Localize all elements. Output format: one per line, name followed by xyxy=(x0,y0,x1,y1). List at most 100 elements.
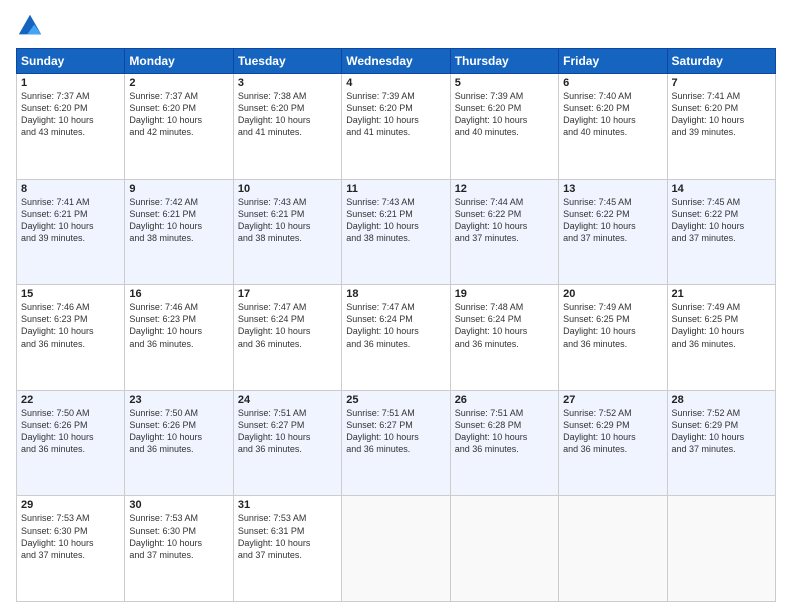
day-number: 20 xyxy=(563,288,662,300)
day-info: Sunrise: 7:39 AMSunset: 6:20 PMDaylight:… xyxy=(346,90,445,139)
day-info: Sunrise: 7:53 AMSunset: 6:30 PMDaylight:… xyxy=(129,512,228,561)
day-info: Sunrise: 7:41 AMSunset: 6:21 PMDaylight:… xyxy=(21,196,120,245)
calendar-cell xyxy=(667,496,775,602)
calendar-cell: 26Sunrise: 7:51 AMSunset: 6:28 PMDayligh… xyxy=(450,390,558,496)
day-info: Sunrise: 7:37 AMSunset: 6:20 PMDaylight:… xyxy=(21,90,120,139)
day-number: 21 xyxy=(672,288,771,300)
calendar-cell: 31Sunrise: 7:53 AMSunset: 6:31 PMDayligh… xyxy=(233,496,341,602)
calendar-cell: 7Sunrise: 7:41 AMSunset: 6:20 PMDaylight… xyxy=(667,74,775,180)
day-number: 7 xyxy=(672,77,771,89)
day-info: Sunrise: 7:47 AMSunset: 6:24 PMDaylight:… xyxy=(238,301,337,350)
day-info: Sunrise: 7:51 AMSunset: 6:27 PMDaylight:… xyxy=(238,407,337,456)
calendar-week-2: 8Sunrise: 7:41 AMSunset: 6:21 PMDaylight… xyxy=(17,179,776,285)
day-number: 12 xyxy=(455,183,554,195)
calendar-cell: 12Sunrise: 7:44 AMSunset: 6:22 PMDayligh… xyxy=(450,179,558,285)
calendar-cell: 22Sunrise: 7:50 AMSunset: 6:26 PMDayligh… xyxy=(17,390,125,496)
calendar-cell: 24Sunrise: 7:51 AMSunset: 6:27 PMDayligh… xyxy=(233,390,341,496)
day-info: Sunrise: 7:44 AMSunset: 6:22 PMDaylight:… xyxy=(455,196,554,245)
calendar-cell: 14Sunrise: 7:45 AMSunset: 6:22 PMDayligh… xyxy=(667,179,775,285)
calendar-cell: 11Sunrise: 7:43 AMSunset: 6:21 PMDayligh… xyxy=(342,179,450,285)
day-number: 16 xyxy=(129,288,228,300)
day-info: Sunrise: 7:46 AMSunset: 6:23 PMDaylight:… xyxy=(129,301,228,350)
day-info: Sunrise: 7:43 AMSunset: 6:21 PMDaylight:… xyxy=(238,196,337,245)
calendar-cell: 16Sunrise: 7:46 AMSunset: 6:23 PMDayligh… xyxy=(125,285,233,391)
day-number: 1 xyxy=(21,77,120,89)
calendar-cell xyxy=(342,496,450,602)
day-info: Sunrise: 7:38 AMSunset: 6:20 PMDaylight:… xyxy=(238,90,337,139)
day-info: Sunrise: 7:53 AMSunset: 6:30 PMDaylight:… xyxy=(21,512,120,561)
calendar-cell: 27Sunrise: 7:52 AMSunset: 6:29 PMDayligh… xyxy=(559,390,667,496)
day-number: 26 xyxy=(455,394,554,406)
calendar-cell: 19Sunrise: 7:48 AMSunset: 6:24 PMDayligh… xyxy=(450,285,558,391)
calendar-cell: 1Sunrise: 7:37 AMSunset: 6:20 PMDaylight… xyxy=(17,74,125,180)
calendar-header-row: SundayMondayTuesdayWednesdayThursdayFrid… xyxy=(17,49,776,74)
day-number: 13 xyxy=(563,183,662,195)
calendar-cell: 21Sunrise: 7:49 AMSunset: 6:25 PMDayligh… xyxy=(667,285,775,391)
calendar-cell: 5Sunrise: 7:39 AMSunset: 6:20 PMDaylight… xyxy=(450,74,558,180)
calendar-cell: 15Sunrise: 7:46 AMSunset: 6:23 PMDayligh… xyxy=(17,285,125,391)
day-number: 3 xyxy=(238,77,337,89)
day-number: 23 xyxy=(129,394,228,406)
calendar-header-friday: Friday xyxy=(559,49,667,74)
calendar-cell: 8Sunrise: 7:41 AMSunset: 6:21 PMDaylight… xyxy=(17,179,125,285)
calendar-cell: 13Sunrise: 7:45 AMSunset: 6:22 PMDayligh… xyxy=(559,179,667,285)
day-info: Sunrise: 7:49 AMSunset: 6:25 PMDaylight:… xyxy=(672,301,771,350)
calendar-cell: 25Sunrise: 7:51 AMSunset: 6:27 PMDayligh… xyxy=(342,390,450,496)
day-info: Sunrise: 7:43 AMSunset: 6:21 PMDaylight:… xyxy=(346,196,445,245)
day-info: Sunrise: 7:42 AMSunset: 6:21 PMDaylight:… xyxy=(129,196,228,245)
calendar-cell: 29Sunrise: 7:53 AMSunset: 6:30 PMDayligh… xyxy=(17,496,125,602)
header xyxy=(16,12,776,40)
calendar-week-1: 1Sunrise: 7:37 AMSunset: 6:20 PMDaylight… xyxy=(17,74,776,180)
calendar-week-4: 22Sunrise: 7:50 AMSunset: 6:26 PMDayligh… xyxy=(17,390,776,496)
day-number: 19 xyxy=(455,288,554,300)
day-info: Sunrise: 7:52 AMSunset: 6:29 PMDaylight:… xyxy=(563,407,662,456)
calendar-header-sunday: Sunday xyxy=(17,49,125,74)
day-number: 25 xyxy=(346,394,445,406)
calendar-cell: 9Sunrise: 7:42 AMSunset: 6:21 PMDaylight… xyxy=(125,179,233,285)
calendar-cell xyxy=(559,496,667,602)
calendar-cell: 2Sunrise: 7:37 AMSunset: 6:20 PMDaylight… xyxy=(125,74,233,180)
day-number: 11 xyxy=(346,183,445,195)
day-info: Sunrise: 7:46 AMSunset: 6:23 PMDaylight:… xyxy=(21,301,120,350)
day-number: 8 xyxy=(21,183,120,195)
day-number: 24 xyxy=(238,394,337,406)
calendar-cell: 10Sunrise: 7:43 AMSunset: 6:21 PMDayligh… xyxy=(233,179,341,285)
calendar-cell: 20Sunrise: 7:49 AMSunset: 6:25 PMDayligh… xyxy=(559,285,667,391)
day-number: 15 xyxy=(21,288,120,300)
day-number: 22 xyxy=(21,394,120,406)
calendar-header-saturday: Saturday xyxy=(667,49,775,74)
day-number: 2 xyxy=(129,77,228,89)
day-info: Sunrise: 7:39 AMSunset: 6:20 PMDaylight:… xyxy=(455,90,554,139)
calendar-cell: 30Sunrise: 7:53 AMSunset: 6:30 PMDayligh… xyxy=(125,496,233,602)
calendar-cell: 18Sunrise: 7:47 AMSunset: 6:24 PMDayligh… xyxy=(342,285,450,391)
day-number: 14 xyxy=(672,183,771,195)
day-info: Sunrise: 7:41 AMSunset: 6:20 PMDaylight:… xyxy=(672,90,771,139)
calendar-cell xyxy=(450,496,558,602)
calendar-cell: 17Sunrise: 7:47 AMSunset: 6:24 PMDayligh… xyxy=(233,285,341,391)
logo-icon xyxy=(16,12,44,40)
calendar-header-thursday: Thursday xyxy=(450,49,558,74)
day-info: Sunrise: 7:45 AMSunset: 6:22 PMDaylight:… xyxy=(563,196,662,245)
day-number: 27 xyxy=(563,394,662,406)
day-number: 30 xyxy=(129,499,228,511)
day-info: Sunrise: 7:45 AMSunset: 6:22 PMDaylight:… xyxy=(672,196,771,245)
calendar-cell: 23Sunrise: 7:50 AMSunset: 6:26 PMDayligh… xyxy=(125,390,233,496)
day-number: 31 xyxy=(238,499,337,511)
day-info: Sunrise: 7:50 AMSunset: 6:26 PMDaylight:… xyxy=(21,407,120,456)
day-info: Sunrise: 7:50 AMSunset: 6:26 PMDaylight:… xyxy=(129,407,228,456)
day-info: Sunrise: 7:51 AMSunset: 6:27 PMDaylight:… xyxy=(346,407,445,456)
day-number: 10 xyxy=(238,183,337,195)
calendar-cell: 3Sunrise: 7:38 AMSunset: 6:20 PMDaylight… xyxy=(233,74,341,180)
day-number: 6 xyxy=(563,77,662,89)
day-number: 9 xyxy=(129,183,228,195)
calendar-cell: 4Sunrise: 7:39 AMSunset: 6:20 PMDaylight… xyxy=(342,74,450,180)
calendar-cell: 28Sunrise: 7:52 AMSunset: 6:29 PMDayligh… xyxy=(667,390,775,496)
day-number: 4 xyxy=(346,77,445,89)
day-info: Sunrise: 7:51 AMSunset: 6:28 PMDaylight:… xyxy=(455,407,554,456)
day-info: Sunrise: 7:47 AMSunset: 6:24 PMDaylight:… xyxy=(346,301,445,350)
day-number: 17 xyxy=(238,288,337,300)
day-number: 5 xyxy=(455,77,554,89)
page: SundayMondayTuesdayWednesdayThursdayFrid… xyxy=(0,0,792,612)
calendar-cell: 6Sunrise: 7:40 AMSunset: 6:20 PMDaylight… xyxy=(559,74,667,180)
calendar-header-tuesday: Tuesday xyxy=(233,49,341,74)
